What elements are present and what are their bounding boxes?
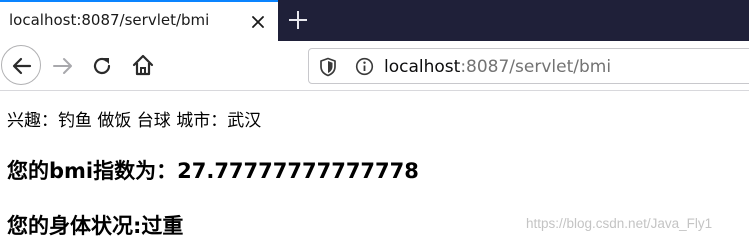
hobbies-city-text: 兴趣：钓鱼 做饭 台球 城市：武汉	[7, 111, 262, 131]
body-status-heading: 您的身体状况:过重	[7, 214, 184, 238]
close-icon[interactable]	[248, 12, 268, 32]
browser-tab[interactable]: localhost:8087/servlet/bmi	[0, 0, 278, 41]
navigation-bar: localhost:8087/servlet/bmi	[0, 41, 749, 91]
arrow-left-icon	[12, 57, 32, 75]
reload-icon	[93, 57, 111, 75]
address-bar[interactable]: localhost:8087/servlet/bmi	[308, 48, 749, 84]
info-icon[interactable]	[355, 57, 374, 76]
forward-button[interactable]	[50, 53, 76, 79]
plus-icon[interactable]	[286, 8, 310, 32]
bmi-result-heading: 您的bmi指数为：27.77777777777778	[7, 159, 419, 183]
reload-button[interactable]	[90, 54, 114, 78]
url-path: :8087/servlet/bmi	[460, 57, 612, 77]
shield-icon[interactable]	[319, 57, 337, 77]
back-button[interactable]	[1, 45, 41, 85]
tab-title: localhost:8087/servlet/bmi	[9, 11, 210, 29]
arrow-right-icon	[53, 58, 72, 74]
page-content: 兴趣：钓鱼 做饭 台球 城市：武汉 您的bmi指数为：27.7777777777…	[0, 92, 749, 243]
home-button[interactable]	[131, 53, 155, 79]
url-text[interactable]: localhost:8087/servlet/bmi	[384, 57, 611, 77]
tab-strip: localhost:8087/servlet/bmi	[0, 0, 749, 41]
watermark: https://blog.csdn.net/Java_Fly1	[526, 216, 713, 231]
url-host: localhost	[384, 57, 461, 77]
home-icon	[132, 54, 154, 76]
